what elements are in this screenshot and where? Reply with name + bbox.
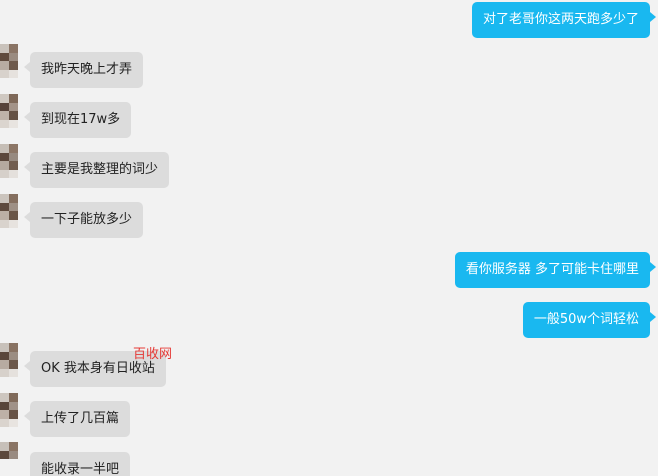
message-bubble-incoming: 上传了几百篇	[23, 401, 131, 437]
message-bubble-outgoing: 看你服务器 多了可能卡住哪里	[454, 252, 657, 288]
avatar-icon[interactable]	[0, 144, 18, 178]
avatar-icon[interactable]	[0, 94, 18, 128]
message-bubble-outgoing: 一般50w个词轻松	[522, 302, 657, 338]
message-bubble-outgoing: 对了老哥你这两天跑多少了	[471, 2, 657, 38]
watermark-text: 百收网	[133, 347, 173, 362]
message-bubble-incoming: 我昨天晚上才弄	[23, 52, 144, 88]
message-bubble-incoming: 能收录一半吧	[30, 452, 131, 476]
avatar-icon[interactable]	[0, 393, 18, 427]
message-bubble-incoming: 主要是我整理的词少	[23, 152, 170, 188]
message-bubble-incoming: 一下子能放多少	[23, 202, 144, 238]
avatar-icon[interactable]	[0, 44, 18, 78]
avatar-icon[interactable]	[0, 194, 18, 228]
avatar-icon[interactable]	[0, 343, 18, 377]
avatar-icon[interactable]	[0, 442, 18, 476]
chat-area: 对了老哥你这两天跑多少了 我昨天晚上才弄 到现在17w多 主要是我整理的词少 一…	[0, 0, 658, 476]
message-bubble-incoming: 到现在17w多	[23, 102, 132, 138]
